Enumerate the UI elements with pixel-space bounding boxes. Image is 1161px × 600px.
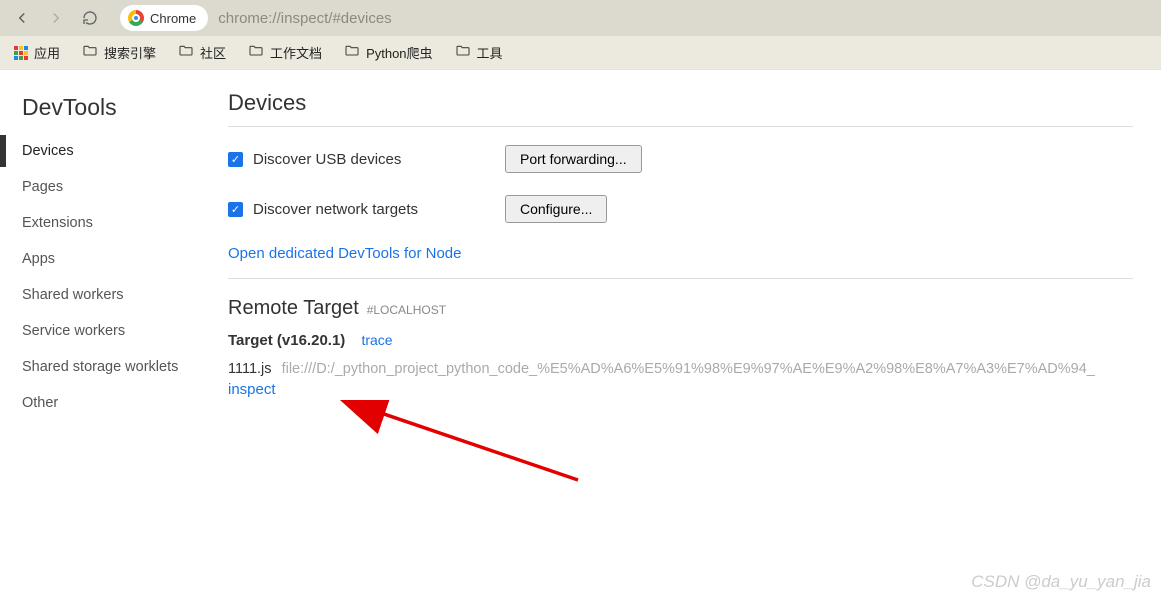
bookmark-folder[interactable]: 搜索引擎 — [82, 43, 156, 62]
open-node-devtools-link[interactable]: Open dedicated DevTools for Node — [228, 245, 1161, 262]
bookmark-label: 工具 — [477, 43, 503, 62]
watermark: CSDN @da_yu_yan_jia — [971, 572, 1151, 592]
file-url: file:///D:/_python_project_python_code_%… — [282, 361, 1095, 377]
bookmark-label: 社区 — [200, 43, 226, 62]
divider — [228, 278, 1133, 279]
main-area: DevTools Devices Pages Extensions Apps S… — [0, 70, 1161, 423]
browser-top-bar: Chrome chrome://inspect/#devices — [0, 0, 1161, 36]
reload-button[interactable] — [76, 4, 104, 32]
target-version: (v16.20.1) — [277, 332, 345, 349]
network-checkbox[interactable]: ✓ — [228, 202, 243, 217]
sidebar-item-shared-workers[interactable]: Shared workers — [0, 279, 228, 311]
bookmark-bar: 应用 搜索引擎 社区 工作文档 Python爬虫 工具 — [0, 36, 1161, 70]
chrome-icon — [128, 10, 144, 26]
folder-icon — [248, 43, 264, 62]
inspect-link[interactable]: inspect — [228, 381, 276, 398]
network-label: Discover network targets — [253, 201, 505, 218]
sidebar-item-devices[interactable]: Devices — [0, 135, 228, 167]
folder-icon — [455, 43, 471, 62]
folder-icon — [344, 43, 360, 62]
folder-icon — [178, 43, 194, 62]
bookmark-folder[interactable]: 工具 — [455, 43, 503, 62]
file-name: 1111.js — [228, 361, 272, 377]
content-panel: Devices ✓ Discover USB devices Port forw… — [228, 70, 1161, 423]
forward-button[interactable] — [42, 4, 70, 32]
sidebar-title: DevTools — [0, 90, 228, 135]
sidebar-item-service-workers[interactable]: Service workers — [0, 315, 228, 347]
remote-target-section: Remote Target #LOCALHOST Target (v16.20.… — [228, 297, 1161, 398]
apps-shortcut[interactable]: 应用 — [14, 43, 60, 62]
file-line: 1111.js file:///D:/_python_project_pytho… — [228, 361, 1161, 377]
bookmark-folder[interactable]: Python爬虫 — [344, 43, 432, 62]
target-label: Target — [228, 332, 273, 349]
folder-icon — [82, 43, 98, 62]
bookmark-folder[interactable]: 社区 — [178, 43, 226, 62]
sidebar: DevTools Devices Pages Extensions Apps S… — [0, 70, 228, 423]
apps-grid-icon — [14, 46, 28, 60]
remote-heading: Remote Target — [228, 297, 359, 319]
usb-label: Discover USB devices — [253, 151, 505, 168]
bookmark-folder[interactable]: 工作文档 — [248, 43, 322, 62]
configure-button[interactable]: Configure... — [505, 195, 607, 223]
bookmark-label: 搜索引擎 — [104, 43, 156, 62]
divider — [228, 126, 1133, 127]
localhost-tag: #LOCALHOST — [367, 303, 446, 317]
sidebar-item-shared-storage-worklets[interactable]: Shared storage worklets — [0, 351, 228, 383]
site-chip[interactable]: Chrome — [120, 5, 208, 31]
apps-label: 应用 — [34, 43, 60, 62]
bookmark-label: Python爬虫 — [366, 43, 432, 62]
usb-checkbox[interactable]: ✓ — [228, 152, 243, 167]
usb-row: ✓ Discover USB devices Port forwarding..… — [228, 145, 1161, 173]
address-url[interactable]: chrome://inspect/#devices — [218, 10, 391, 27]
port-forwarding-button[interactable]: Port forwarding... — [505, 145, 642, 173]
site-chip-label: Chrome — [150, 11, 196, 26]
trace-link[interactable]: trace — [361, 332, 392, 348]
target-line: Target (v16.20.1) trace — [228, 332, 1161, 349]
network-row: ✓ Discover network targets Configure... — [228, 195, 1161, 223]
sidebar-item-other[interactable]: Other — [0, 387, 228, 419]
sidebar-item-apps[interactable]: Apps — [0, 243, 228, 275]
sidebar-item-extensions[interactable]: Extensions — [0, 207, 228, 239]
bookmark-label: 工作文档 — [270, 43, 322, 62]
sidebar-item-pages[interactable]: Pages — [0, 171, 228, 203]
back-button[interactable] — [8, 4, 36, 32]
devices-heading: Devices — [228, 90, 1161, 116]
